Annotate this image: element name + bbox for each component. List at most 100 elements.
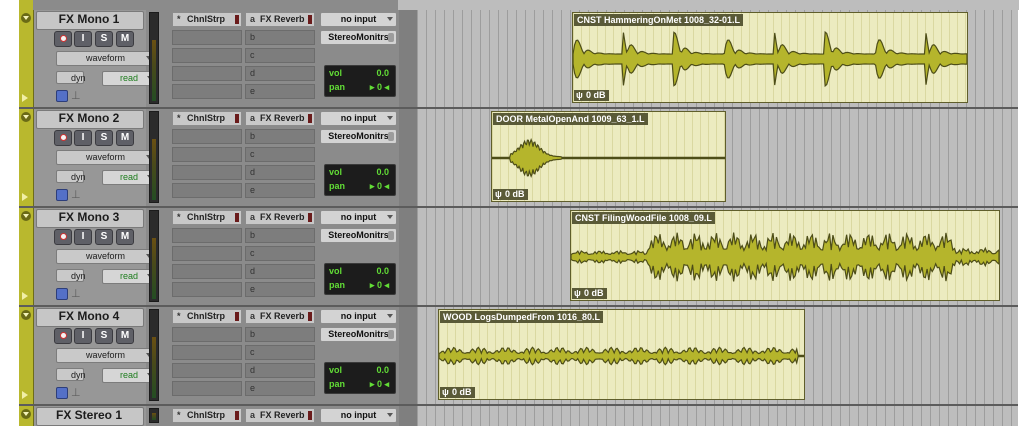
send-slot[interactable]: c [245, 147, 315, 162]
track-menu-icon[interactable] [21, 211, 31, 221]
dyn-button[interactable]: dyn [56, 170, 86, 183]
record-enable-button[interactable] [54, 328, 72, 344]
send-slot[interactable]: b [245, 327, 315, 342]
timeline-lane[interactable] [417, 406, 1018, 426]
send-slot[interactable]: d [245, 66, 315, 81]
output-selector[interactable]: StereoMonitrs [320, 228, 397, 243]
input-monitor-button[interactable]: I [74, 31, 92, 47]
insert-slot[interactable] [172, 246, 242, 261]
insert-slot[interactable] [172, 30, 242, 45]
clip-gain[interactable]: 0 dB [440, 387, 475, 398]
timeline-lane[interactable]: CNST HammeringOnMet 1008_32-01.L 0 dB [417, 10, 1018, 107]
dyn-button[interactable]: dyn [56, 368, 86, 381]
track-color-strip[interactable] [19, 307, 34, 404]
pan-row[interactable]: pan ▸ 0 ◂ [325, 180, 395, 193]
clip-gain[interactable]: 0 dB [572, 288, 607, 299]
solo-button[interactable]: S [95, 130, 113, 146]
send-slot[interactable]: a FX Reverb [245, 111, 315, 126]
insert-slot[interactable] [172, 147, 242, 162]
track-menu-icon[interactable] [21, 13, 31, 23]
insert-slot[interactable] [172, 264, 242, 279]
record-enable-button[interactable] [54, 31, 72, 47]
insert-slot[interactable] [172, 165, 242, 180]
clip-gain[interactable]: 0 dB [493, 189, 528, 200]
volume-pan-display[interactable]: vol 0.0 pan ▸ 0 ◂ [324, 164, 396, 196]
volume-row[interactable]: vol 0.0 [325, 67, 395, 80]
input-selector[interactable]: no input [320, 111, 397, 126]
output-selector[interactable]: StereoMonitrs [320, 129, 397, 144]
insert-slot[interactable]: * ChnlStrp [172, 408, 242, 423]
send-slot[interactable]: c [245, 48, 315, 63]
track-view-selector[interactable]: waveform [56, 348, 155, 363]
track-color-strip[interactable] [19, 406, 34, 426]
insert-slot[interactable]: * ChnlStrp [172, 210, 242, 225]
insert-slot[interactable]: * ChnlStrp [172, 111, 242, 126]
playlist-icon[interactable] [56, 90, 68, 102]
track-name[interactable]: FX Stereo 1 [36, 408, 142, 423]
playlist-icon[interactable] [56, 387, 68, 399]
send-slot[interactable]: a FX Reverb [245, 210, 315, 225]
insert-slot[interactable] [172, 228, 242, 243]
track-menu-icon[interactable] [21, 409, 31, 419]
send-slot[interactable]: b [245, 228, 315, 243]
insert-slot[interactable] [172, 129, 242, 144]
send-slot[interactable]: d [245, 363, 315, 378]
track-name[interactable]: FX Mono 3 [36, 210, 142, 225]
solo-button[interactable]: S [95, 328, 113, 344]
send-slot[interactable]: c [245, 345, 315, 360]
send-slot[interactable]: e [245, 282, 315, 297]
output-selector[interactable]: StereoMonitrs [320, 327, 397, 342]
playlist-icon[interactable] [56, 189, 68, 201]
solo-button[interactable]: S [95, 31, 113, 47]
send-slot[interactable]: e [245, 84, 315, 99]
automation-mode-selector[interactable]: read [102, 170, 156, 185]
input-selector[interactable]: no input [320, 408, 397, 423]
volume-row[interactable]: vol 0.0 [325, 166, 395, 179]
send-slot[interactable]: b [245, 129, 315, 144]
expand-track-icon[interactable] [22, 193, 28, 201]
timeline-lane[interactable]: DOOR MetalOpenAnd 1009_63_1.L 0 dB [417, 109, 1018, 206]
send-slot[interactable]: b [245, 30, 315, 45]
volume-pan-display[interactable]: vol 0.0 pan ▸ 0 ◂ [324, 263, 396, 295]
insert-slot[interactable]: * ChnlStrp [172, 309, 242, 324]
clip-gain[interactable]: 0 dB [574, 90, 609, 101]
playlist-icon[interactable] [56, 288, 68, 300]
input-monitor-button[interactable]: I [74, 328, 92, 344]
timeline-lane[interactable]: WOOD LogsDumpedFrom 1016_80.L 0 dB [417, 307, 1018, 404]
volume-row[interactable]: vol 0.0 [325, 265, 395, 278]
insert-slot[interactable] [172, 282, 242, 297]
mute-button[interactable]: M [116, 130, 134, 146]
audio-clip[interactable]: DOOR MetalOpenAnd 1009_63_1.L 0 dB [491, 111, 726, 202]
mute-button[interactable]: M [116, 229, 134, 245]
send-slot[interactable]: c [245, 246, 315, 261]
insert-slot[interactable] [172, 381, 242, 396]
pan-row[interactable]: pan ▸ 0 ◂ [325, 279, 395, 292]
timeline-lane[interactable]: CNST FilingWoodFile 1008_09.L 0 dB [417, 208, 1018, 305]
track-view-selector[interactable]: waveform [56, 249, 155, 264]
track-color-strip[interactable] [19, 109, 34, 206]
input-selector[interactable]: no input [320, 309, 397, 324]
send-slot[interactable]: a FX Reverb [245, 408, 315, 423]
track-color-strip[interactable] [19, 10, 34, 107]
lane-icon[interactable]: ⊥ [71, 287, 81, 300]
insert-slot[interactable] [172, 363, 242, 378]
track-menu-icon[interactable] [21, 112, 31, 122]
mute-button[interactable]: M [116, 31, 134, 47]
insert-slot[interactable] [172, 66, 242, 81]
automation-mode-selector[interactable]: read [102, 368, 156, 383]
send-slot[interactable]: a FX Reverb [245, 12, 315, 27]
insert-slot[interactable] [172, 327, 242, 342]
automation-mode-selector[interactable]: read [102, 269, 156, 284]
audio-clip[interactable]: CNST HammeringOnMet 1008_32-01.L 0 dB [572, 12, 968, 103]
input-selector[interactable]: no input [320, 210, 397, 225]
dyn-button[interactable]: dyn [56, 269, 86, 282]
expand-track-icon[interactable] [22, 292, 28, 300]
expand-track-icon[interactable] [22, 94, 28, 102]
insert-slot[interactable] [172, 183, 242, 198]
audio-clip[interactable]: WOOD LogsDumpedFrom 1016_80.L 0 dB [438, 309, 805, 400]
track-name[interactable]: FX Mono 2 [36, 111, 142, 126]
record-enable-button[interactable] [54, 130, 72, 146]
solo-button[interactable]: S [95, 229, 113, 245]
track-view-selector[interactable]: waveform [56, 51, 155, 66]
input-monitor-button[interactable]: I [74, 229, 92, 245]
